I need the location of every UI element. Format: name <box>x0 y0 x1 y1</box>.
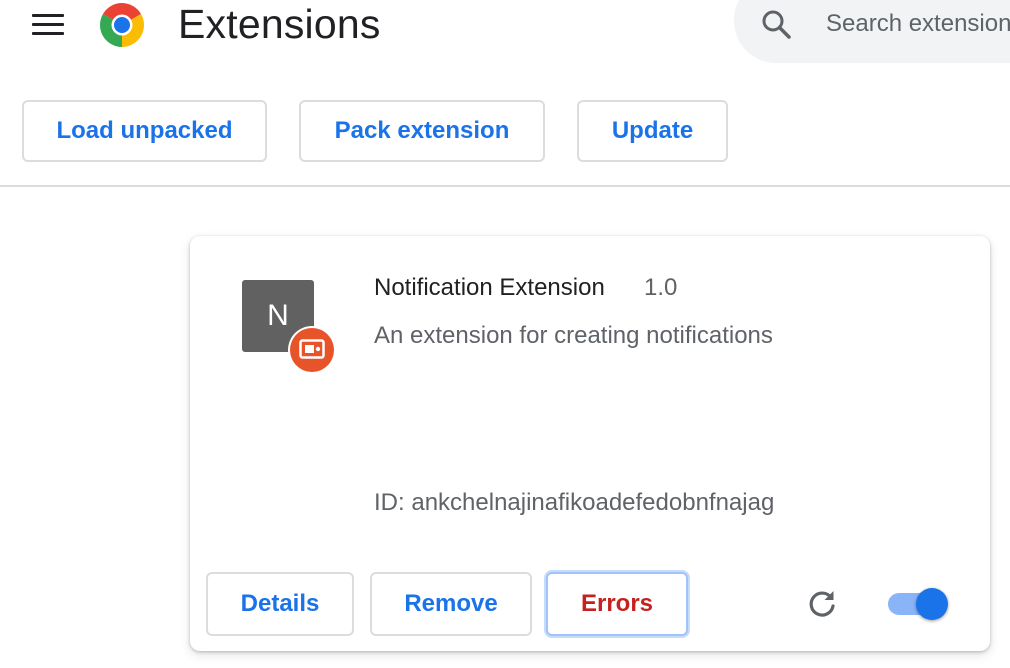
search-icon[interactable] <box>760 8 794 42</box>
pack-extension-button[interactable]: Pack extension <box>299 100 545 162</box>
extension-name: Notification Extension <box>374 274 605 301</box>
extension-id-value: ankchelnajinafikoadefedobnfnajag <box>411 489 775 516</box>
load-unpacked-button[interactable]: Load unpacked <box>22 100 267 162</box>
extension-id-label: ID: <box>374 489 412 516</box>
reload-icon[interactable] <box>804 586 840 622</box>
unpacked-badge-icon <box>290 328 334 372</box>
menu-icon[interactable] <box>32 12 64 36</box>
extension-version: 1.0 <box>644 274 678 301</box>
errors-button[interactable]: Errors <box>546 572 688 636</box>
unpacked-badge-glyph-icon <box>299 339 325 359</box>
extension-enabled-toggle[interactable] <box>886 586 952 622</box>
toggle-knob <box>916 588 948 620</box>
chrome-logo-icon <box>100 3 144 47</box>
extension-card: N Notification Extension 1.0 An extensio… <box>190 236 990 651</box>
toolbar-divider <box>0 185 1010 187</box>
update-button[interactable]: Update <box>577 100 728 162</box>
extension-id: ID: ankchelnajinafikoadefedobnfnajag <box>374 487 774 519</box>
details-button[interactable]: Details <box>206 572 354 636</box>
search-input[interactable] <box>826 6 1010 42</box>
page-title: Extensions <box>178 1 381 47</box>
remove-button[interactable]: Remove <box>370 572 532 636</box>
extension-description: An extension for creating notifications <box>374 322 773 349</box>
